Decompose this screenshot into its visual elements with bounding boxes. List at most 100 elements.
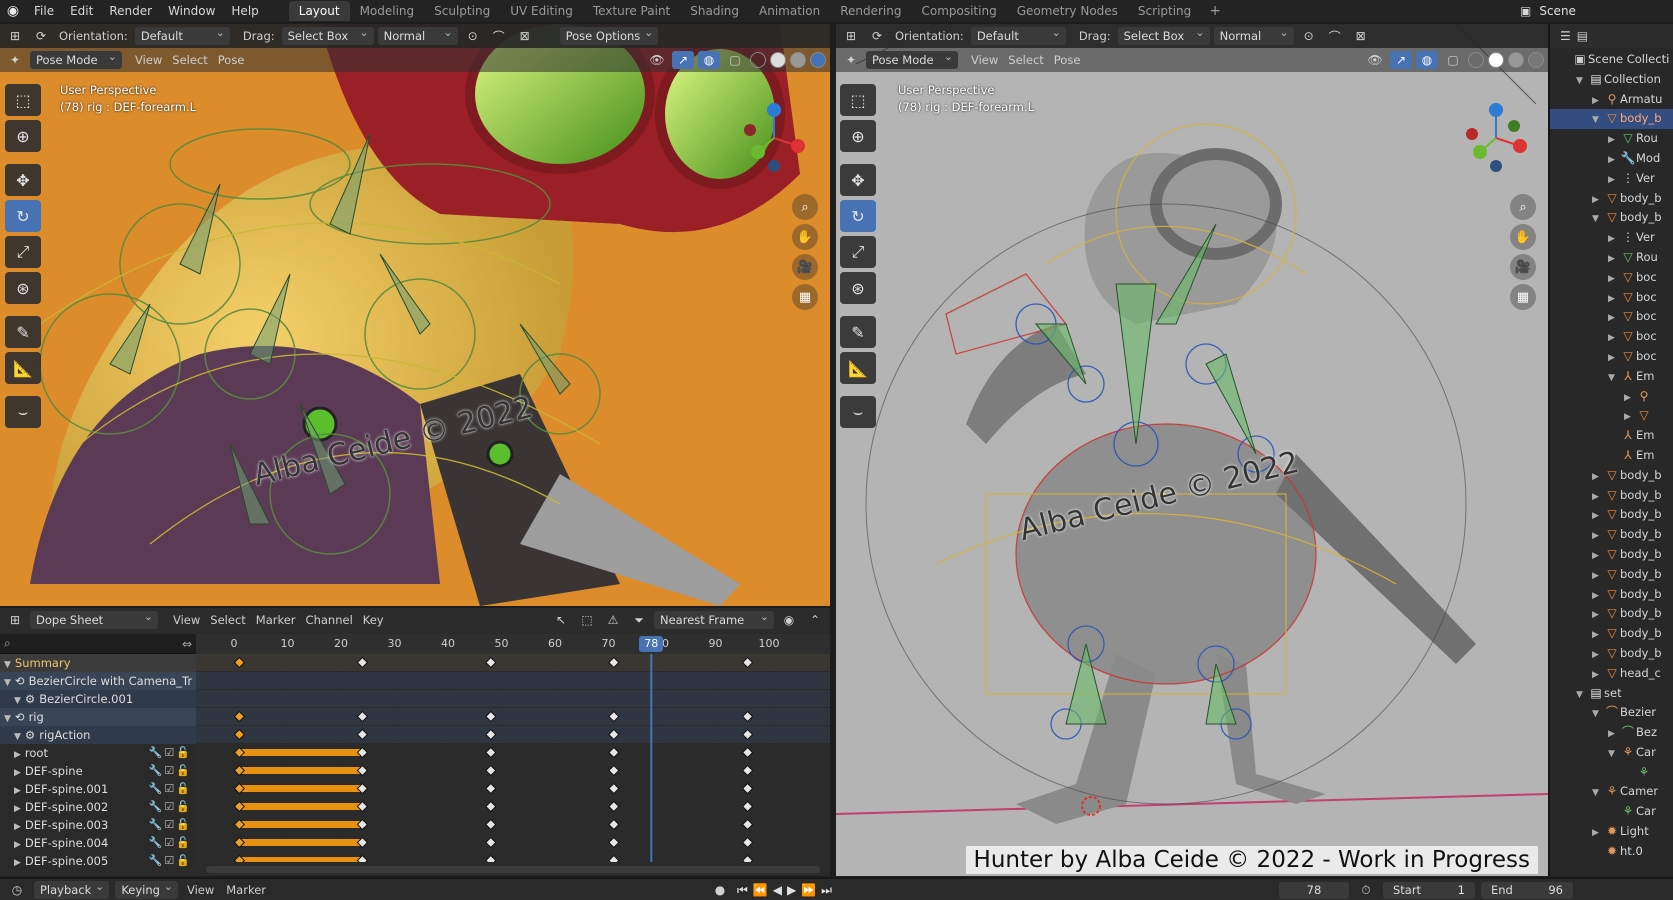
disclosure-arrow-icon[interactable]: ▼	[1592, 111, 1604, 129]
outliner-item[interactable]: ▶ ⋮ Ver	[1550, 169, 1673, 189]
disclosure-arrow-icon[interactable]: ▼	[1592, 705, 1604, 723]
disclosure-arrow-icon[interactable]: ▶	[1592, 587, 1604, 605]
outliner-item[interactable]: ▶ ▽ body_b	[1550, 624, 1673, 644]
outliner-item[interactable]: ▶ ▽	[1550, 406, 1673, 426]
menu-window[interactable]: Window	[160, 0, 223, 22]
visibility-icon[interactable]: 👁	[1364, 51, 1386, 69]
pan-hand-icon[interactable]: ✋	[1510, 224, 1536, 250]
menu-select[interactable]: Select	[207, 613, 248, 627]
outliner-item[interactable]: ▶ ▽ body_b	[1550, 644, 1673, 664]
outliner-item[interactable]: ▼ ⚘ Car	[1550, 743, 1673, 763]
menu-key[interactable]: Key	[360, 613, 387, 627]
outliner-item[interactable]: ▶ ▽ head_c	[1550, 664, 1673, 684]
channel-toggles[interactable]: 🔧☑🔓	[149, 744, 192, 762]
zoom-icon[interactable]: ⌕	[792, 194, 818, 220]
disclosure-arrow-icon[interactable]: ▶	[1592, 191, 1604, 209]
channel-row[interactable]: ▶ DEF-spine.004 🔧☑🔓	[0, 834, 196, 852]
disclosure-arrow-icon[interactable]: ▶	[1592, 507, 1604, 525]
channel-row[interactable]: ▶ DEF-spine.005 🔧☑🔓	[0, 852, 196, 870]
proportional-edit-icon[interactable]: ◉	[778, 611, 800, 629]
menu-view[interactable]: View	[184, 883, 217, 897]
disclosure-arrow-icon[interactable]: ▶	[1608, 151, 1620, 169]
outliner-item[interactable]: ▣ Scene Collecti	[1550, 50, 1673, 70]
disclosure-arrow-icon[interactable]: ▶	[1592, 646, 1604, 664]
snap-icon[interactable]: ⌒	[1324, 27, 1346, 45]
channel-toggles[interactable]: 🔧☑🔓	[149, 834, 192, 852]
playback-controls[interactable]: ⏮⏪◀▶⏩⏭	[737, 883, 837, 898]
outliner-item[interactable]: ▼ ▤ set	[1550, 684, 1673, 704]
cursor-tool-icon[interactable]: ⊕	[5, 120, 41, 152]
show-hidden-icon[interactable]: ⬚	[576, 611, 598, 629]
menu-select[interactable]: Select	[169, 53, 210, 67]
channel-row[interactable]: ▶ DEF-spine 🔧☑🔓	[0, 762, 196, 780]
current-frame-field[interactable]: 78	[1278, 881, 1349, 899]
outliner-item[interactable]: ▶ ▽ Rou	[1550, 248, 1673, 268]
material-shading-icon[interactable]	[790, 52, 806, 68]
expand-arrow-icon[interactable]: ▶	[14, 768, 21, 778]
annotate-tool-icon[interactable]: ✎	[840, 316, 876, 348]
outliner-item[interactable]: ▼ ⅄ Em	[1550, 367, 1673, 387]
keyframe-area[interactable]	[196, 654, 830, 862]
disclosure-arrow-icon[interactable]: ▶	[1592, 527, 1604, 545]
disclosure-arrow-icon[interactable]: ▼	[1576, 72, 1588, 90]
channel-search[interactable]: ⌕ ⇔	[0, 634, 196, 654]
disclosure-arrow-icon[interactable]: ▶	[1608, 250, 1620, 268]
mode-dropdown[interactable]: Pose Mode	[866, 48, 958, 69]
pivot-dropdown[interactable]: Normal	[377, 24, 458, 45]
outliner-item[interactable]: ▶ ▽ boc	[1550, 288, 1673, 308]
blender-logo-icon[interactable]: ◉	[0, 0, 26, 22]
menu-pose[interactable]: Pose	[215, 53, 248, 67]
channel-toggles[interactable]: 🔧☑🔓	[149, 816, 192, 834]
disclosure-arrow-icon[interactable]: ▶	[1592, 626, 1604, 644]
disclosure-arrow-icon[interactable]: ▼	[1592, 784, 1604, 802]
outliner-item[interactable]: ⅄ Em	[1550, 426, 1673, 446]
disclosure-arrow-icon[interactable]: ▶	[1608, 230, 1620, 248]
cursor-tool-icon[interactable]: ⊕	[840, 120, 876, 152]
outliner-item[interactable]: ▶ ▽ Rou	[1550, 129, 1673, 149]
disclosure-arrow-icon[interactable]: ▶	[1592, 567, 1604, 585]
select-tool-icon[interactable]: ⬚	[5, 84, 41, 116]
rendered-shading-icon[interactable]	[1528, 52, 1544, 68]
ortho-grid-icon[interactable]: ▦	[1510, 284, 1536, 310]
disclosure-arrow-icon[interactable]: ▶	[1608, 329, 1620, 347]
outliner-item[interactable]: ▶ ▽ body_b	[1550, 486, 1673, 506]
mirror-icon[interactable]: ⊠	[1350, 27, 1372, 45]
outliner-item[interactable]: ▶ ▽ boc	[1550, 347, 1673, 367]
relax-tool-icon[interactable]: ⌣	[5, 396, 41, 428]
tab-rendering[interactable]: Rendering	[830, 1, 911, 21]
camera-view-icon[interactable]: 🎥	[1510, 254, 1536, 280]
drag-dropdown[interactable]: Select Box	[1117, 24, 1210, 45]
outliner-item[interactable]: ✹ ht.0	[1550, 842, 1673, 862]
only-errors-icon[interactable]: ⚠	[602, 611, 624, 629]
editor-type-icon[interactable]: ⊞	[4, 611, 26, 629]
end-frame-field[interactable]: End 96	[1480, 881, 1573, 899]
outliner-item[interactable]: ⚘ Car	[1550, 802, 1673, 822]
outliner-item[interactable]: ▶ ▽ body_b	[1550, 604, 1673, 624]
disclosure-arrow-icon[interactable]: ▶	[1608, 171, 1620, 189]
keying-dropdown[interactable]: Keying	[115, 879, 178, 899]
tab-layout[interactable]: Layout	[288, 1, 350, 21]
tab-geometry-nodes[interactable]: Geometry Nodes	[1007, 1, 1128, 21]
viewport-left[interactable]: ⊞ ⟳ Orientation: Default Drag: Select Bo…	[0, 24, 830, 606]
menu-file[interactable]: File	[26, 0, 62, 22]
editor-type-icon[interactable]: ⊞	[840, 27, 862, 45]
disclosure-arrow-icon[interactable]: ▶	[1592, 824, 1604, 842]
outliner-item[interactable]: ▶ ⚲	[1550, 387, 1673, 407]
gizmo-icon[interactable]: ↗	[1390, 51, 1412, 69]
outliner-item[interactable]: ▼ ▤ Collection	[1550, 70, 1673, 90]
visibility-icon[interactable]: 👁	[646, 51, 668, 69]
camera-view-icon[interactable]: 🎥	[792, 254, 818, 280]
outliner-item[interactable]: ▶ ▽ boc	[1550, 327, 1673, 347]
menu-render[interactable]: Render	[101, 0, 160, 22]
outliner-item[interactable]: ▶ ▽ body_b	[1550, 565, 1673, 585]
zoom-icon[interactable]: ⌕	[1510, 194, 1536, 220]
menu-pose[interactable]: Pose	[1051, 53, 1084, 67]
disclosure-arrow-icon[interactable]: ▶	[1592, 547, 1604, 565]
move-tool-icon[interactable]: ✥	[840, 164, 876, 196]
scale-tool-icon[interactable]: ⤢	[840, 236, 876, 268]
snap-dropdown[interactable]: Nearest Frame	[654, 608, 774, 629]
scale-tool-icon[interactable]: ⤢	[5, 236, 41, 268]
relax-tool-icon[interactable]: ⌣	[840, 396, 876, 428]
stopwatch-icon[interactable]: ⏱	[1355, 881, 1377, 899]
orientation-dropdown[interactable]: Default	[134, 24, 230, 45]
